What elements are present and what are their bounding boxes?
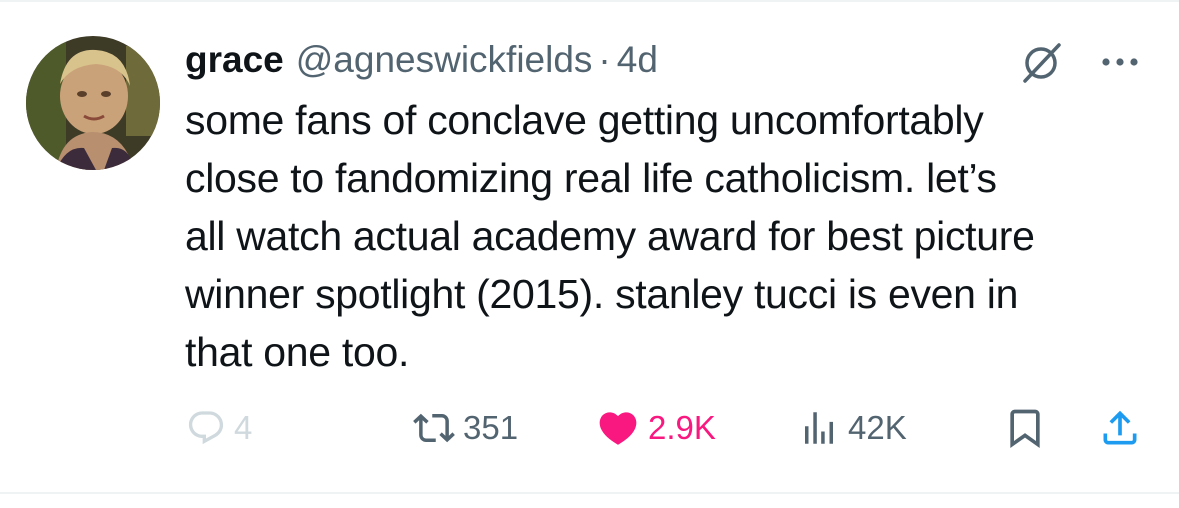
reply-icon xyxy=(188,411,224,445)
views-button[interactable]: 42K xyxy=(798,404,907,452)
timestamp[interactable]: 4d xyxy=(617,39,658,81)
repost-icon xyxy=(413,413,455,443)
post-header: grace @agneswickfields · 4d xyxy=(185,36,658,84)
reply-button[interactable]: 4 xyxy=(186,404,252,452)
profile-photo xyxy=(26,36,160,170)
share-icon xyxy=(1103,410,1137,445)
like-count: 2.9K xyxy=(648,409,716,446)
display-name[interactable]: grace xyxy=(185,39,284,81)
handle[interactable]: @agneswickfields xyxy=(296,39,593,81)
more-icon[interactable] xyxy=(1096,50,1144,74)
view-count: 42K xyxy=(848,409,907,446)
bookmark-icon xyxy=(1010,409,1040,449)
avatar[interactable] xyxy=(26,36,160,170)
post-text: some fans of conclave getting uncomforta… xyxy=(185,97,1035,375)
top-divider xyxy=(0,0,1179,2)
views-icon xyxy=(805,412,833,444)
repost-count: 351 xyxy=(463,409,519,446)
share-button[interactable] xyxy=(1098,404,1142,452)
grok-icon[interactable] xyxy=(1018,40,1064,86)
bookmark-button[interactable] xyxy=(1003,404,1047,452)
bottom-divider xyxy=(0,492,1179,494)
separator-dot: · xyxy=(598,39,611,80)
heart-icon xyxy=(599,412,637,445)
reply-count: 4 xyxy=(234,409,253,446)
like-button[interactable]: 2.9K xyxy=(596,404,716,452)
repost-button[interactable]: 351 xyxy=(413,404,518,452)
